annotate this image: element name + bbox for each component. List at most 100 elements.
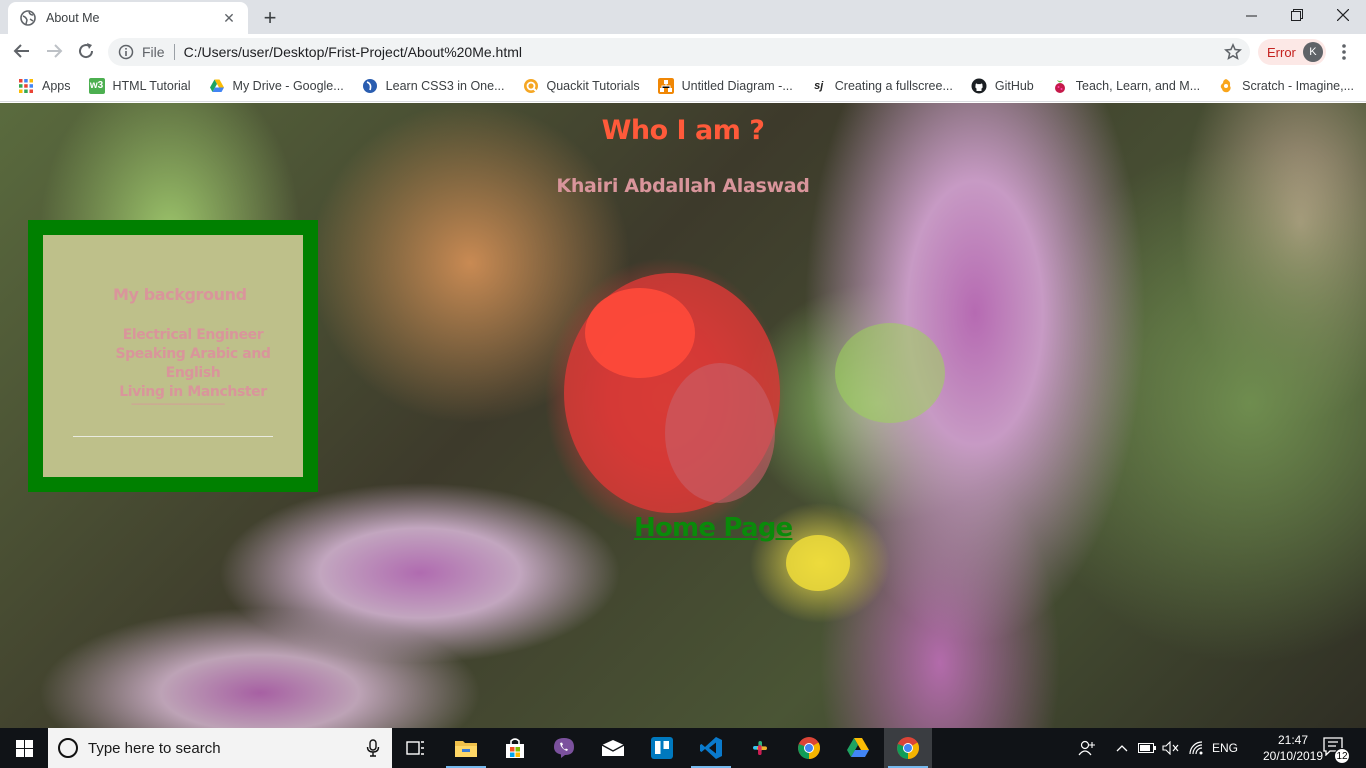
bookmark-quackit[interactable]: Quackit Tutorials [517,74,646,98]
slack-icon [753,741,767,755]
bookmark-label: Scratch - Imagine,... [1242,78,1355,93]
home-page-link[interactable]: Home Page [634,513,793,543]
reload-icon [79,43,94,59]
w3schools-icon: w3 [88,77,105,94]
volume-button[interactable] [1160,728,1182,768]
bookmark-my-drive[interactable]: My Drive - Google... [203,74,350,98]
bookmark-label: My Drive - Google... [232,78,344,93]
bookmark-creating-fullscreen[interactable]: sj Creating a fullscree... [805,74,959,98]
reload-button[interactable] [72,37,100,65]
apps-grid-icon [19,78,33,93]
sj-icon: sj [814,79,824,92]
tab-strip: About Me ✕ + [0,0,1366,34]
new-tab-button[interactable]: + [258,5,282,30]
profile-error-button[interactable]: Error K [1258,39,1326,65]
show-hidden-icons-button[interactable] [1112,728,1132,768]
action-center-button[interactable]: 12 [1322,736,1350,764]
windows-taskbar: Type here to search ENG 21:47 20/10/2019… [0,728,1366,768]
taskbar-slack[interactable] [736,728,784,768]
divider [173,44,175,60]
cortana-icon [58,738,78,758]
bookmark-apps[interactable]: Apps [12,74,77,98]
vscode-icon [700,737,722,759]
close-window-button[interactable] [1320,0,1366,30]
background-box-inner: My background Electrical Engineer Speaki… [43,235,303,477]
tab-about-me[interactable]: About Me ✕ [8,2,248,34]
minimize-icon [1245,15,1257,16]
restore-button[interactable] [1274,0,1320,30]
system-clock[interactable]: 21:47 20/10/2019 [1262,732,1324,764]
taskbar-viber[interactable] [540,728,588,768]
profile-status: Error [1267,44,1296,60]
url-text[interactable]: C:/Users/user/Desktop/Frist-Project/Abou… [184,44,522,60]
bookmark-scratch[interactable]: Scratch - Imagine,... [1212,74,1360,98]
task-view-icon [406,741,424,755]
horizontal-rule [73,436,273,437]
bookmarks-bar: Apps w3 HTML Tutorial My Drive - Google.… [0,70,1366,102]
taskbar-file-explorer[interactable] [442,728,490,768]
bookmark-label: Learn CSS3 in One... [385,78,505,93]
wifi-icon [1189,741,1203,755]
volume-muted-icon [1162,741,1179,755]
forward-button[interactable] [40,37,68,65]
diagram-icon [657,77,674,94]
clock-time: 21:47 [1277,733,1309,747]
people-icon [1078,740,1095,756]
viber-icon [554,738,574,758]
start-button[interactable] [0,728,48,768]
bookmark-label: Quackit Tutorials [546,78,640,93]
taskbar-mail[interactable] [589,728,637,768]
taskbar-search-box[interactable]: Type here to search [48,728,392,768]
bookmark-learn-css3[interactable]: Learn CSS3 in One... [356,74,511,98]
dashed-line: ---------------------------------------- [131,399,225,410]
github-icon [971,78,987,93]
microphone-icon[interactable] [366,739,380,757]
chrome-icon [897,737,919,759]
globe-icon [20,10,36,26]
bookmark-github[interactable]: GitHub [965,74,1040,98]
address-bar[interactable]: File C:/Users/user/Desktop/Frist-Project… [108,38,1250,66]
learn-css-icon [362,78,377,93]
trello-icon [651,737,673,759]
language-indicator[interactable]: ENG [1210,728,1240,768]
task-view-button[interactable] [392,728,440,768]
bookmark-untitled-diagram[interactable]: Untitled Diagram -... [652,74,799,98]
bookmark-html-tutorial[interactable]: w3 HTML Tutorial [83,74,197,98]
taskbar-chrome-active[interactable] [884,728,932,768]
bookmark-label: Apps [42,78,71,93]
bookmark-label: Untitled Diagram -... [681,78,793,93]
battery-button[interactable] [1136,728,1158,768]
taskbar-trello[interactable] [638,728,686,768]
minimize-button[interactable] [1228,0,1274,30]
clock-date: 20/10/2019 [1262,749,1324,763]
search-placeholder: Type here to search [88,739,221,757]
background-heading: My background [113,285,247,304]
quackit-icon [523,78,538,93]
close-icon [1337,9,1349,21]
taskbar-google-drive[interactable] [834,728,882,768]
bookmark-star-icon[interactable] [1224,43,1242,61]
mail-icon [601,740,625,756]
background-list: Electrical Engineer Speaking Arabic and … [113,326,273,402]
taskbar-chrome[interactable] [785,728,833,768]
google-drive-icon [847,738,869,757]
bookmark-teach-learn[interactable]: Teach, Learn, and M... [1046,74,1206,98]
taskbar-vscode[interactable] [687,728,735,768]
folder-icon [455,741,477,757]
network-button[interactable] [1186,728,1208,768]
bookmark-label: GitHub [994,78,1034,93]
people-button[interactable] [1074,728,1100,768]
info-icon[interactable] [118,44,134,60]
taskbar-store[interactable] [491,728,539,768]
back-button[interactable] [8,37,36,65]
arrow-left-icon [13,44,29,58]
windows-logo-icon [15,739,33,757]
more-vert-icon [1342,44,1346,60]
menu-button[interactable] [1334,39,1354,65]
close-tab-icon[interactable]: ✕ [220,9,238,27]
arrow-right-icon [47,44,63,58]
url-scheme: File [142,44,165,60]
background-box: My background Electrical Engineer Speaki… [28,220,318,492]
bookmark-label: Creating a fullscree... [834,78,953,93]
notification-badge: 12 [1334,748,1350,764]
